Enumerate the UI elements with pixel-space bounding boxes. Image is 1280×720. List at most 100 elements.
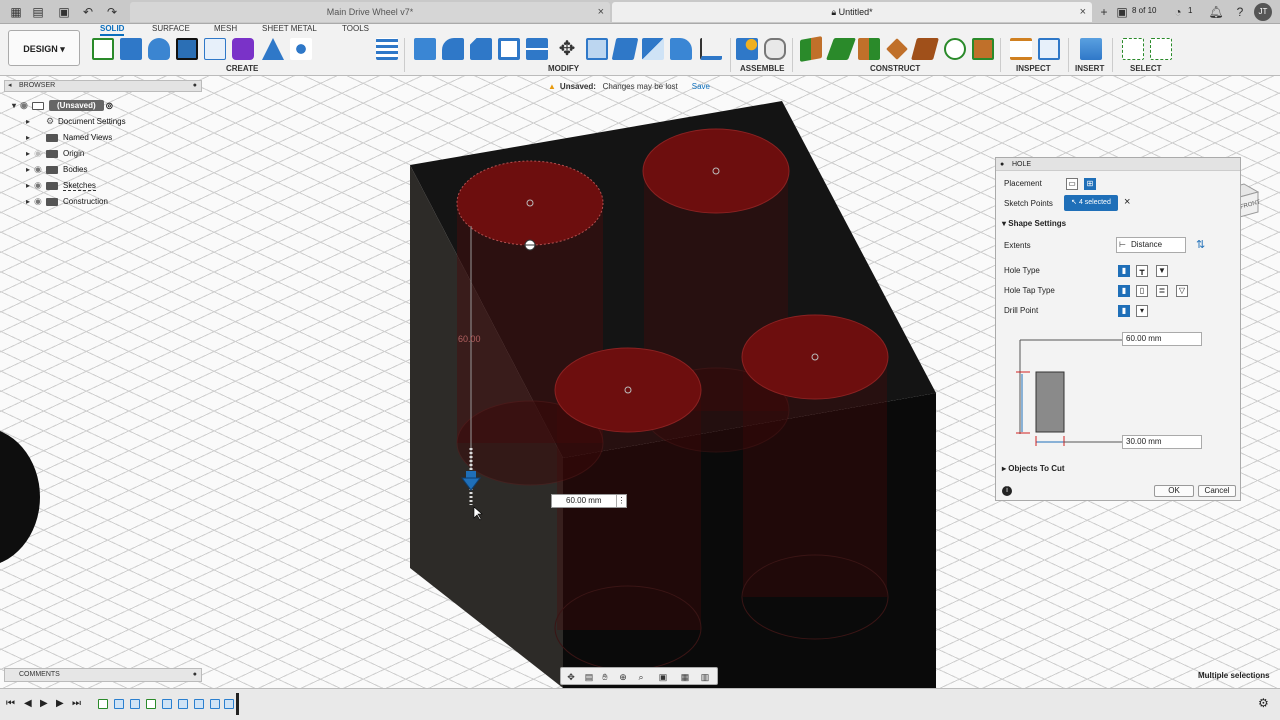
midplane-icon[interactable] [858, 38, 880, 60]
expand-icon[interactable]: ▸ [26, 115, 34, 129]
info-icon[interactable]: i [1002, 486, 1012, 496]
section-analysis-icon[interactable] [1038, 38, 1060, 60]
timeline-feature-extrude[interactable] [194, 699, 204, 709]
step-forward-icon[interactable]: ▶ [56, 698, 64, 709]
comments-panel[interactable]: COMMENTS ● [4, 668, 202, 682]
save-link[interactable]: Save [692, 82, 710, 91]
file-menu-icon[interactable]: ▤ [30, 4, 46, 20]
help-icon[interactable]: ? [1232, 4, 1248, 20]
undo-icon[interactable]: ↶ [80, 4, 96, 20]
tab-main-drive-wheel[interactable]: Main Drive Wheel v7* × [130, 2, 610, 22]
grid-settings-icon[interactable]: ▦ [679, 671, 691, 683]
multi-point-placement-icon[interactable]: ⊞ [1084, 178, 1096, 190]
timeline-feature-extrude[interactable] [162, 699, 172, 709]
browser-item-bodies[interactable]: ▸ ◉ Bodies [26, 162, 87, 176]
app-grid-icon[interactable]: ▦ [8, 4, 24, 20]
extents-select[interactable]: ⊢ Distance [1116, 237, 1186, 253]
press-pull-icon[interactable] [414, 38, 436, 60]
go-to-start-icon[interactable]: ⏮︎ [6, 698, 15, 709]
hole-top-selected[interactable] [456, 160, 604, 246]
hole-top[interactable] [741, 314, 889, 400]
go-to-end-icon[interactable]: ⏭︎ [72, 698, 81, 709]
pattern-icon[interactable] [204, 38, 226, 60]
workspace-switcher[interactable]: DESIGN ▾ [8, 30, 80, 66]
window-select-icon[interactable] [1122, 38, 1144, 60]
timeline-marker[interactable] [236, 693, 239, 715]
more-options-icon[interactable]: ⋮ [616, 495, 626, 507]
tangent-plane-icon[interactable] [886, 38, 908, 60]
single-hole-placement-icon[interactable]: ▭ [1066, 178, 1078, 190]
point-icon[interactable] [972, 38, 994, 60]
offset-plane-icon[interactable] [800, 36, 822, 62]
simple-hole-icon[interactable]: ▮ [1118, 265, 1130, 277]
orbit-icon[interactable]: ✥ [565, 671, 577, 683]
visibility-icon[interactable]: ◉ [34, 162, 46, 176]
counterbore-icon[interactable]: ┳ [1136, 265, 1148, 277]
loft-icon[interactable] [262, 38, 284, 60]
countersink-icon[interactable]: ▼ [1156, 265, 1168, 277]
play-icon[interactable]: ▶ [40, 698, 48, 709]
tab-sheet-metal[interactable]: SHEET METAL [262, 24, 317, 34]
group-insert[interactable]: INSERT [1075, 64, 1104, 73]
hole-dialog-header[interactable]: ● HOLE [996, 158, 1240, 171]
partial-cylinder-body[interactable] [0, 427, 40, 567]
browser-item-sketches[interactable]: ▸ ◉ Sketches [26, 178, 96, 192]
cancel-button[interactable]: Cancel [1198, 485, 1236, 497]
group-construct[interactable]: CONSTRUCT [870, 64, 920, 73]
browser-item-named-views[interactable]: ▸· Named Views [26, 130, 112, 144]
pin-icon[interactable]: ● [193, 81, 197, 91]
timeline-settings-icon[interactable]: ⚙ [1258, 696, 1269, 710]
group-inspect[interactable]: INSPECT [1016, 64, 1051, 73]
mirror-icon[interactable] [290, 38, 312, 60]
expand-icon[interactable]: ▸ [26, 195, 34, 209]
fillet-icon[interactable] [442, 38, 464, 60]
shell-icon[interactable] [498, 38, 520, 60]
replace-face-icon[interactable] [611, 38, 639, 60]
extrude-icon[interactable] [120, 38, 142, 60]
browser-item-origin[interactable]: ▸ ◉ Origin [26, 146, 84, 160]
jobs-count[interactable]: 1 [1188, 6, 1192, 15]
hole-top[interactable] [554, 347, 702, 433]
clearance-tap-icon[interactable]: ▯ [1136, 285, 1148, 297]
clear-selection-icon[interactable]: × [1124, 196, 1130, 208]
shape-settings-section[interactable]: ▾ Shape Settings [1002, 218, 1066, 230]
expand-icon[interactable]: ▸ [26, 179, 34, 193]
redo-icon[interactable]: ↷ [104, 4, 120, 20]
close-tab-icon[interactable]: × [1080, 2, 1086, 22]
zoom-icon[interactable]: ⊕ [617, 671, 629, 683]
hole-top[interactable] [642, 128, 790, 214]
hole-icon[interactable] [176, 38, 198, 60]
insert-image-icon[interactable] [1080, 38, 1102, 60]
visibility-icon[interactable]: ◉ [34, 178, 46, 192]
measure-icon[interactable] [1010, 38, 1032, 60]
visibility-icon[interactable]: ◉ [34, 194, 46, 208]
scale-icon[interactable] [670, 38, 692, 60]
align-icon[interactable] [586, 38, 608, 60]
group-select[interactable]: SELECT [1130, 64, 1162, 73]
pin-icon[interactable]: ● [193, 669, 197, 681]
split-face-icon[interactable] [526, 38, 548, 60]
timeline-feature-hole[interactable] [210, 699, 220, 709]
tab-solid[interactable]: SOLID [100, 24, 125, 36]
move-icon[interactable]: ✥ [556, 38, 578, 60]
new-component-icon[interactable] [736, 38, 758, 60]
viewports-icon[interactable]: ▥ [699, 671, 711, 683]
tab-surface[interactable]: SURFACE [152, 24, 190, 34]
form-icon[interactable] [232, 38, 254, 60]
visibility-icon[interactable]: ◉ [20, 98, 32, 112]
close-tab-icon[interactable]: × [598, 2, 604, 22]
pan-icon[interactable]: ✋︎ [599, 671, 611, 683]
new-tab-icon[interactable]: + [1096, 4, 1112, 20]
flip-direction-icon[interactable]: ⇅ [1196, 238, 1205, 251]
ok-button[interactable]: OK [1154, 485, 1194, 497]
timeline-feature-hole[interactable] [130, 699, 140, 709]
activate-icon[interactable]: ◎ [106, 101, 113, 110]
group-assemble[interactable]: ASSEMBLE [740, 64, 784, 73]
browser-panel-header[interactable]: ◂ BROWSER ● [4, 80, 202, 92]
objects-to-cut-section[interactable]: ▸ Objects To Cut [1002, 463, 1065, 475]
expand-icon[interactable]: ▸ [26, 147, 34, 161]
browser-item-document-settings[interactable]: ▸·⚙Document Settings [26, 114, 126, 128]
step-back-icon[interactable]: ◀ [24, 698, 32, 709]
timeline-feature-hole[interactable] [224, 699, 234, 709]
plane-at-angle-icon[interactable] [825, 38, 857, 60]
